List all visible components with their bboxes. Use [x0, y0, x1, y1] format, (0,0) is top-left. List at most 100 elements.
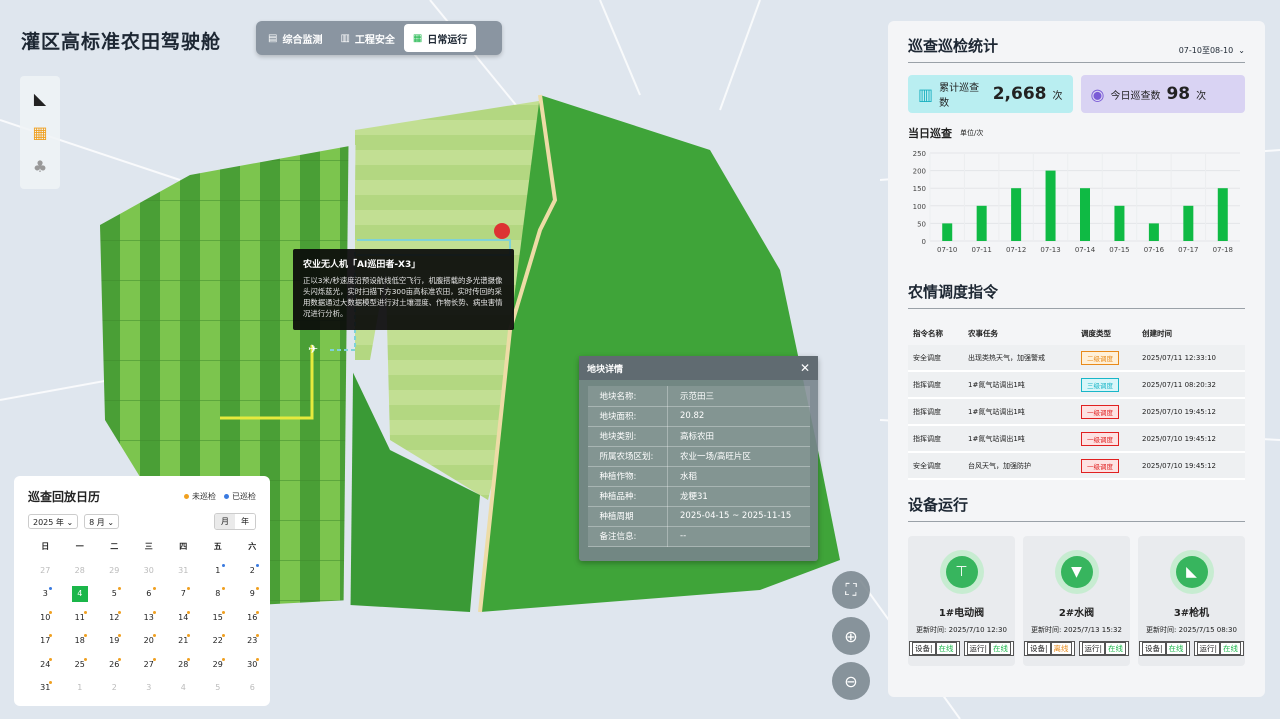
dispatch-row[interactable]: 指挥调度 1#氮气站调出1吨 一级调度 2025/07/10 19:45:12 — [908, 399, 1245, 426]
calendar-day[interactable]: 22 — [201, 632, 236, 655]
zoom-in-button[interactable]: ⊕ — [832, 617, 870, 655]
legend-unchecked: 未巡检 — [184, 491, 216, 502]
calendar-day[interactable]: 29 — [201, 656, 236, 679]
calendar-day[interactable]: 31 — [28, 679, 63, 702]
calendar-day[interactable]: 7 — [166, 585, 201, 608]
crop-icon[interactable]: ♣ — [29, 155, 51, 177]
fullscreen-button[interactable]: ⛶ — [832, 571, 870, 609]
date-range-select[interactable]: 07-10至08-10 ⌄ — [1179, 45, 1245, 56]
dispatch-row[interactable]: 指挥调度 1#氮气站调出1吨 一级调度 2025/07/10 19:45:12 — [908, 426, 1245, 453]
plot-key: 所属农场区划: — [587, 446, 668, 467]
tab-label: 工程安全 — [354, 34, 395, 46]
bar — [942, 223, 953, 241]
calendar-day[interactable]: 9 — [235, 585, 270, 608]
calendar-day[interactable]: 20 — [132, 632, 167, 655]
tab-operation[interactable]: ▦ 日常运行 — [403, 24, 477, 52]
calendar-day[interactable]: 16 — [235, 609, 270, 632]
calendar-day[interactable]: 2 — [235, 562, 270, 585]
bar — [976, 205, 987, 241]
calendar-day[interactable]: 28 — [63, 562, 98, 585]
calendar-day[interactable]: 5 — [97, 585, 132, 608]
calendar-day[interactable]: 4 — [63, 585, 98, 608]
calendar-day[interactable]: 12 — [97, 609, 132, 632]
calendar-day[interactable]: 4 — [166, 679, 201, 702]
view-mode-toggle[interactable]: 月年 — [214, 513, 256, 530]
close-icon[interactable]: ✕ — [800, 361, 810, 375]
calendar-day[interactable]: 28 — [166, 656, 201, 679]
dispatch-row[interactable]: 指挥调度 1#氮气站调出1吨 三级调度 2025/07/11 08:20:32 — [908, 372, 1245, 399]
mode-month[interactable]: 月 — [215, 514, 235, 529]
calendar-day[interactable]: 25 — [63, 656, 98, 679]
calendar-day[interactable]: 27 — [28, 562, 63, 585]
bar — [1114, 205, 1125, 241]
x-tick-label: 07-15 — [1109, 246, 1129, 254]
device-update-time: 更新时间: 2025/7/13 15:32 — [1031, 626, 1122, 634]
calendar-day[interactable]: 10 — [28, 609, 63, 632]
dispatch-row[interactable]: 安全调度 台风天气，加强防护 一级调度 2025/07/10 19:45:12 — [908, 453, 1245, 480]
tab-monitor[interactable]: ▤ 综合监测 — [259, 24, 331, 52]
devices-title: 设备运行 — [908, 494, 1245, 522]
zoom-out-button[interactable]: ⊖ — [832, 662, 870, 700]
camera-icon[interactable]: ◣ — [29, 88, 51, 110]
daily-patrol-chart: 0 50 100 150 200 250 07-10 07-11 07-12 07-13 07-14… — [913, 150, 1240, 254]
calendar-day[interactable]: 23 — [235, 632, 270, 655]
calendar-day[interactable]: 27 — [132, 656, 167, 679]
calendar-day[interactable]: 15 — [201, 609, 236, 632]
camera-icon: ◣ — [1175, 556, 1208, 588]
y-tick-label: 250 — [913, 150, 926, 158]
tab-safety[interactable]: ▥ 工程安全 — [331, 24, 403, 52]
calendar-day[interactable]: 29 — [97, 562, 132, 585]
field-icon[interactable]: ▦ — [29, 121, 51, 143]
bar — [1045, 170, 1056, 241]
plot-key: 地块类别: — [587, 426, 668, 447]
plot-row: 种植品种: 龙粳31 — [587, 486, 810, 507]
tab-label: 综合监测 — [282, 34, 323, 46]
x-tick-label: 07-18 — [1213, 246, 1233, 254]
year-select[interactable]: 2025 年 ⌄ — [28, 514, 79, 529]
plot-value: -- — [667, 526, 810, 547]
month-select[interactable]: 8 月 ⌄ — [84, 514, 120, 529]
device-card[interactable]: ⊤ 1#电动阀 更新时间: 2025/7/10 12:30 设备| 在线 运行| 在线 — [908, 536, 1015, 666]
calendar-day[interactable]: 13 — [132, 609, 167, 632]
y-tick-label: 50 — [917, 220, 926, 228]
calendar-day[interactable]: 3 — [132, 679, 167, 702]
calendar-day[interactable]: 31 — [166, 562, 201, 585]
x-tick-label: 07-12 — [1006, 246, 1026, 254]
mode-year[interactable]: 年 — [235, 514, 255, 529]
water-valve-icon: ▼ — [1060, 556, 1093, 588]
plot-key: 地块面积: — [587, 406, 668, 427]
plot-key: 种植品种: — [587, 486, 668, 507]
location-icon: ◉ — [1090, 84, 1105, 104]
calendar-day[interactable]: 1 — [201, 562, 236, 585]
calendar-day[interactable]: 30 — [132, 562, 167, 585]
y-tick-label: 100 — [913, 203, 926, 211]
device-card[interactable]: ▼ 2#水阀 更新时间: 2025/7/13 15:32 设备| 离线 运行| 在线 — [1023, 536, 1130, 666]
calendar-day[interactable]: 3 — [28, 585, 63, 608]
dispatch-row[interactable]: 安全调度 出现类热天气，加强警戒 二级调度 2025/07/11 12:33:10 — [908, 345, 1245, 372]
calendar-day[interactable]: 18 — [63, 632, 98, 655]
calendar-day[interactable]: 6 — [132, 585, 167, 608]
calendar-day[interactable]: 26 — [97, 656, 132, 679]
plot-row: 种植作物: 水稻 — [587, 466, 810, 487]
plot-value: 2025-04-15 ~ 2025-11-15 — [667, 506, 810, 527]
weekday-label: 三 — [144, 542, 153, 551]
y-tick-label: 0 — [922, 238, 926, 246]
plot-detail-panel: 地块详情 ✕ 地块名称: 示范田三 地块面积: 20.82 地块类别: 高标农田 所属农场区划… — [579, 356, 818, 561]
plot-key: 地块名称: — [587, 386, 668, 407]
calendar-day[interactable]: 30 — [235, 656, 270, 679]
calendar-day[interactable]: 14 — [166, 609, 201, 632]
bar — [1217, 188, 1228, 241]
dispatch-title: 农情调度指令 — [908, 281, 1245, 309]
plot-key: 种植作物: — [587, 466, 668, 487]
calendar-day[interactable]: 5 — [201, 679, 236, 702]
device-card[interactable]: ◣ 3#枪机 更新时间: 2025/7/15 08:30 设备| 在线 运行| 在线 — [1138, 536, 1245, 666]
calendar-day[interactable]: 6 — [235, 679, 270, 702]
calendar-day[interactable]: 2 — [97, 679, 132, 702]
calendar-day[interactable]: 17 — [28, 632, 63, 655]
calendar-day[interactable]: 21 — [166, 632, 201, 655]
calendar-day[interactable]: 1 — [63, 679, 98, 702]
calendar-day[interactable]: 24 — [28, 656, 63, 679]
calendar-day[interactable]: 19 — [97, 632, 132, 655]
calendar-day[interactable]: 11 — [63, 609, 98, 632]
calendar-day[interactable]: 8 — [201, 585, 236, 608]
